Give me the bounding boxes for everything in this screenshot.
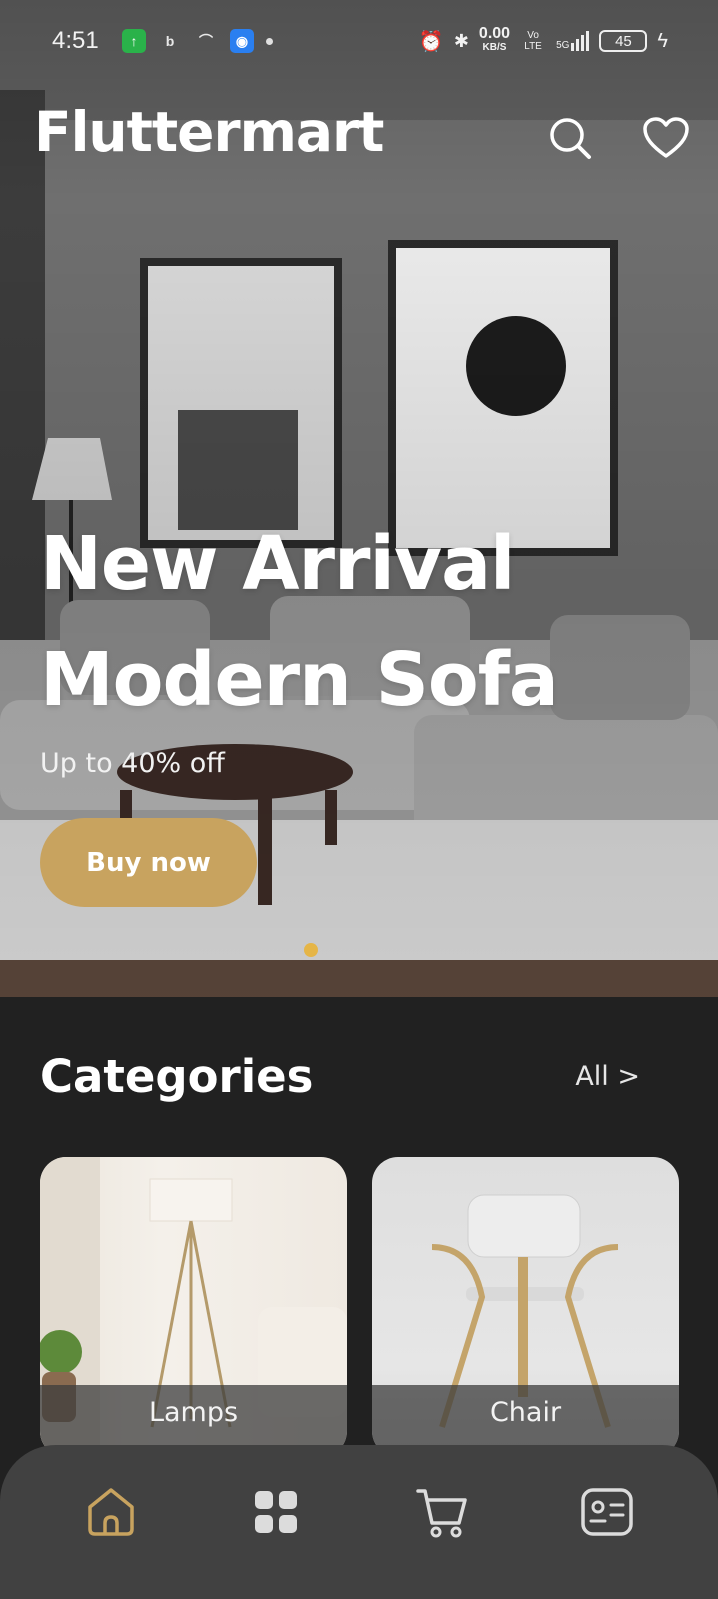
- charging-icon: ϟ: [657, 29, 668, 52]
- hero-subtitle: Up to 40% off: [40, 748, 225, 779]
- hero-banner: 4:51 ↑ b ⌒ ◉ ⏰ ✱ 0.00 KB/S Vo LTE 5G 45: [0, 0, 718, 997]
- cart-icon: [416, 1489, 467, 1538]
- nav-home[interactable]: [81, 1482, 141, 1542]
- signal-indicator: 5G: [556, 31, 590, 51]
- grid-icon: [255, 1491, 298, 1533]
- hero-heading: New Arrival Modern Sofa: [40, 521, 559, 723]
- upload-app-icon: ↑: [122, 29, 146, 53]
- search-icon: [550, 118, 591, 159]
- category-card-chair[interactable]: Chair: [372, 1157, 679, 1457]
- categories-title: Categories: [40, 1050, 314, 1103]
- volte-indicator: Vo LTE: [524, 30, 542, 52]
- see-all-link[interactable]: All >: [575, 1061, 640, 1092]
- wishlist-button[interactable]: [640, 112, 692, 164]
- nav-categories[interactable]: [246, 1482, 306, 1542]
- page-indicator: [304, 943, 318, 957]
- android-icon: ◉: [230, 29, 254, 53]
- net-speed: 0.00 KB/S: [478, 25, 511, 54]
- search-button[interactable]: [544, 112, 596, 164]
- status-bar: 4:51 ↑ b ⌒ ◉ ⏰ ✱ 0.00 KB/S Vo LTE 5G 45: [0, 0, 718, 82]
- bluetooth-icon: ✱: [453, 30, 469, 51]
- nav-profile[interactable]: [577, 1482, 637, 1542]
- categories-header: Categories All >: [40, 1050, 640, 1103]
- category-list: Lamps Chair: [40, 1157, 679, 1457]
- battery-indicator: 45: [599, 30, 648, 52]
- dot-icon: [266, 37, 273, 45]
- alarm-icon: ⏰: [418, 30, 444, 53]
- id-card-icon: [581, 1488, 633, 1536]
- hero-text: New Arrival Modern Sofa: [40, 506, 559, 738]
- buy-now-button[interactable]: Buy now: [40, 818, 257, 907]
- app-actions: [544, 112, 692, 164]
- page-indicator-dot: [304, 943, 318, 957]
- bing-icon: b: [165, 33, 175, 49]
- bottom-nav: [0, 1445, 718, 1599]
- category-card-lamps[interactable]: Lamps: [40, 1157, 347, 1457]
- nav-cart[interactable]: [412, 1482, 472, 1542]
- heart-icon: [643, 117, 689, 158]
- home-icon: [88, 1488, 134, 1536]
- status-time: 4:51: [52, 27, 99, 54]
- app-title: Fluttermart: [34, 100, 384, 164]
- missed-call-icon: ⌒: [199, 33, 213, 49]
